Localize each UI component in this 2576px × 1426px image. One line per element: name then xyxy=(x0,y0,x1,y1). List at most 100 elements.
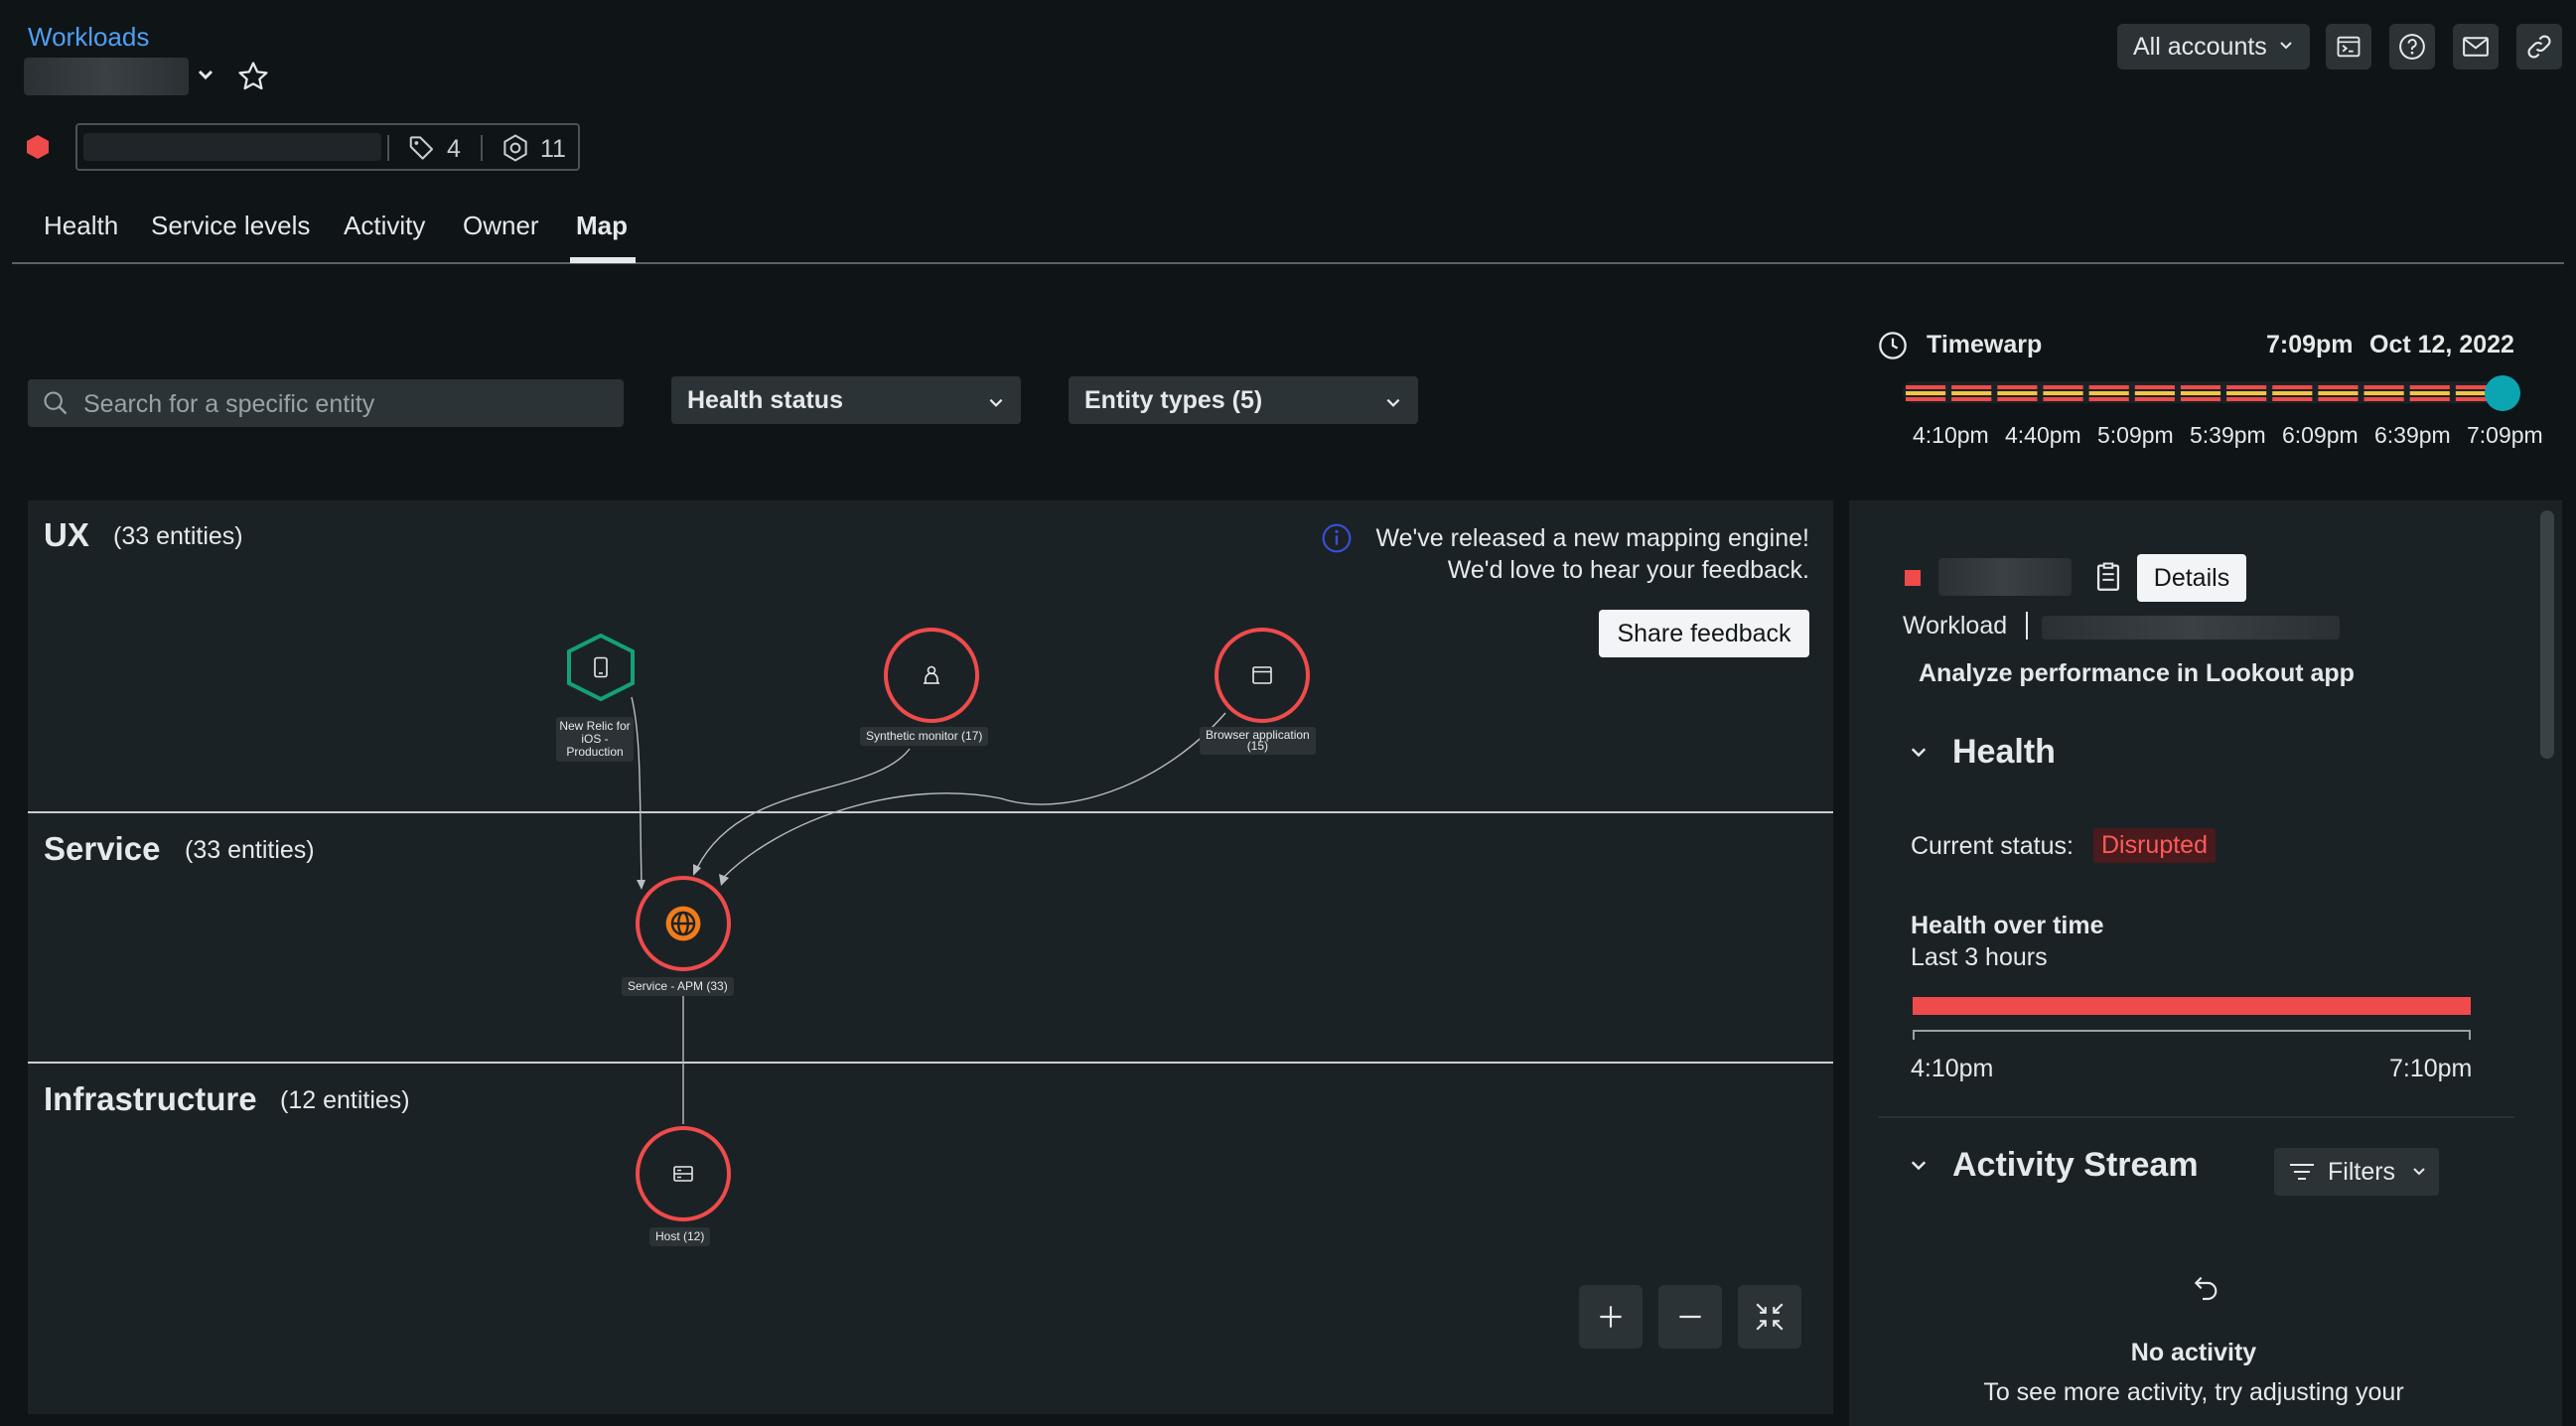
activity-stream-title[interactable]: Activity Stream xyxy=(1952,1146,2199,1185)
timewarp-segment xyxy=(2180,385,2221,389)
synthetic-node-label[interactable]: Synthetic monitor (17) xyxy=(860,727,989,746)
tabs-divider xyxy=(12,262,2564,264)
timewarp-segment xyxy=(2180,397,2221,401)
browser-node-label[interactable]: Browser application (15) xyxy=(1200,727,1316,755)
range-end-label: 7:10pm xyxy=(2389,1055,2473,1082)
account-redacted xyxy=(2042,616,2340,640)
mail-icon[interactable] xyxy=(2453,24,2499,70)
status-square-icon xyxy=(1905,570,1921,586)
health-timeline-bar xyxy=(1913,997,2471,1015)
timewarp-segment xyxy=(2043,391,2083,395)
timewarp-segment xyxy=(1951,397,1992,401)
zoom-out-button[interactable] xyxy=(1658,1285,1722,1349)
health-over-time-label: Health over time xyxy=(1911,912,2104,939)
tw-tick: 5:09pm xyxy=(2097,422,2174,448)
entity-meta-box[interactable]: 4 11 xyxy=(75,123,580,171)
host-server-icon xyxy=(671,1162,695,1191)
star-icon[interactable] xyxy=(236,60,270,98)
timewarp-segment xyxy=(2134,385,2175,389)
timewarp-segment xyxy=(2318,391,2359,395)
timewarp-segment xyxy=(1997,385,2038,389)
timewarp-segment xyxy=(2272,397,2313,401)
entities-icon xyxy=(501,133,530,168)
range-start-label: 4:10pm xyxy=(1911,1055,1994,1082)
apm-node-label[interactable]: Service - APM (33) xyxy=(622,977,734,996)
accounts-dropdown[interactable]: All accounts xyxy=(2117,24,2310,70)
health-timeline-axis xyxy=(1913,1030,2471,1032)
mobile-icon xyxy=(589,655,613,684)
chevron-down-icon[interactable] xyxy=(1909,1156,1929,1181)
chevron-down-icon xyxy=(2278,38,2294,59)
tag-count: 4 xyxy=(447,135,461,163)
entity-types-dropdown[interactable]: Entity types (5) xyxy=(1069,376,1418,424)
timewarp-date: Oct 12, 2022 xyxy=(2369,331,2514,358)
timewarp-segment xyxy=(1906,385,1946,389)
tab-health[interactable]: Health xyxy=(44,211,118,241)
tag-icon xyxy=(407,133,437,168)
entity-types-label: Entity types (5) xyxy=(1084,385,1263,414)
health-section-title[interactable]: Health xyxy=(1952,733,2056,772)
breadcrumb-workloads[interactable]: Workloads xyxy=(28,22,149,53)
divider xyxy=(387,135,389,161)
section-divider xyxy=(1879,1116,2514,1118)
timewarp-slider[interactable] xyxy=(1903,377,2499,407)
timewarp-handle[interactable] xyxy=(2485,375,2520,411)
timewarp-segment xyxy=(2180,391,2221,395)
entity-map[interactable]: UX (33 entities) Service (33 entities) I… xyxy=(28,500,1833,1414)
status-badge: Disrupted xyxy=(2093,828,2216,863)
tab-service-levels[interactable]: Service levels xyxy=(151,211,310,241)
ios-label-line3: Production xyxy=(566,745,624,759)
map-connectors xyxy=(567,628,1310,1221)
timewarp-segment xyxy=(2409,397,2450,401)
search-icon xyxy=(42,389,70,422)
timewarp-segment xyxy=(2363,385,2404,389)
fit-view-button[interactable] xyxy=(1738,1285,1801,1349)
divider xyxy=(2026,612,2028,640)
lookout-link[interactable]: Analyze performance in Lookout app xyxy=(1919,659,2355,688)
panel-scrollbar[interactable] xyxy=(2540,510,2554,759)
tab-owner[interactable]: Owner xyxy=(463,211,539,241)
clipboard-icon[interactable] xyxy=(2091,560,2125,599)
chevron-down-icon xyxy=(1384,390,1402,419)
timewarp-segment xyxy=(2363,391,2404,395)
help-icon[interactable] xyxy=(2389,24,2435,70)
timewarp-segment xyxy=(1951,391,1992,395)
tab-activity[interactable]: Activity xyxy=(344,211,425,241)
health-status-dropdown[interactable]: Health status xyxy=(671,376,1021,424)
timewarp-segment xyxy=(2088,391,2129,395)
timewarp-segment xyxy=(2134,391,2175,395)
chevron-down-icon xyxy=(2411,1164,2427,1185)
link-icon[interactable] xyxy=(2516,24,2562,70)
chevron-down-icon xyxy=(987,390,1005,419)
host-node-label[interactable]: Host (12) xyxy=(649,1227,711,1246)
workload-name-redacted xyxy=(24,58,189,95)
tab-map[interactable]: Map xyxy=(576,211,628,241)
timewarp-segment xyxy=(2318,397,2359,401)
timewarp-segment xyxy=(2318,385,2359,389)
timewarp-segment xyxy=(1951,385,1992,389)
timewarp-segment xyxy=(1906,391,1946,395)
tw-tick: 4:40pm xyxy=(2005,422,2081,448)
timewarp-segment xyxy=(2409,391,2450,395)
divider xyxy=(481,135,483,161)
chevron-down-icon[interactable] xyxy=(197,66,215,88)
filters-button[interactable]: Filters xyxy=(2274,1148,2439,1196)
plus-icon xyxy=(1600,1306,1622,1328)
axis-tick xyxy=(1913,1030,1915,1040)
terminal-icon[interactable] xyxy=(2326,24,2371,70)
undo-icon xyxy=(2191,1271,2222,1308)
accounts-label: All accounts xyxy=(2133,33,2267,61)
timewarp-segment xyxy=(2043,397,2083,401)
filters-label: Filters xyxy=(2328,1158,2396,1186)
ios-node-label[interactable]: New Relic for iOS - Production xyxy=(556,717,634,762)
chevron-down-icon[interactable] xyxy=(1909,743,1929,768)
timewarp-segment xyxy=(2088,385,2129,389)
entity-details-panel: Details Workload Analyze performance in … xyxy=(1849,500,2562,1426)
timewarp-segment xyxy=(2363,397,2404,401)
timewarp-segment xyxy=(1906,397,1946,401)
collapse-icon xyxy=(1756,1303,1784,1331)
zoom-in-button[interactable] xyxy=(1579,1285,1643,1349)
timewarp-segment xyxy=(2226,385,2267,389)
details-button[interactable]: Details xyxy=(2137,554,2246,602)
search-input[interactable]: Search for a specific entity xyxy=(28,379,624,427)
